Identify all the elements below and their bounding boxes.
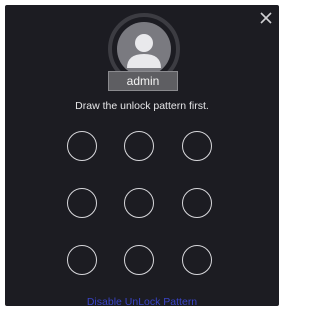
pattern-point-1[interactable] bbox=[67, 131, 97, 161]
pattern-point-6[interactable] bbox=[182, 188, 212, 218]
pattern-point-7[interactable] bbox=[67, 245, 97, 275]
pattern-point-2[interactable] bbox=[124, 131, 154, 161]
pattern-point-8[interactable] bbox=[124, 245, 154, 275]
pattern-point-9[interactable] bbox=[182, 245, 212, 275]
pattern-grid[interactable] bbox=[5, 5, 279, 306]
pattern-point-3[interactable] bbox=[182, 131, 212, 161]
unlock-pattern-dialog: admin Draw the unlock pattern first. Dis… bbox=[5, 5, 279, 308]
pattern-point-5[interactable] bbox=[124, 188, 154, 218]
pattern-point-4[interactable] bbox=[67, 188, 97, 218]
disable-unlock-pattern-link[interactable]: Disable UnLock Pattern bbox=[5, 296, 279, 308]
